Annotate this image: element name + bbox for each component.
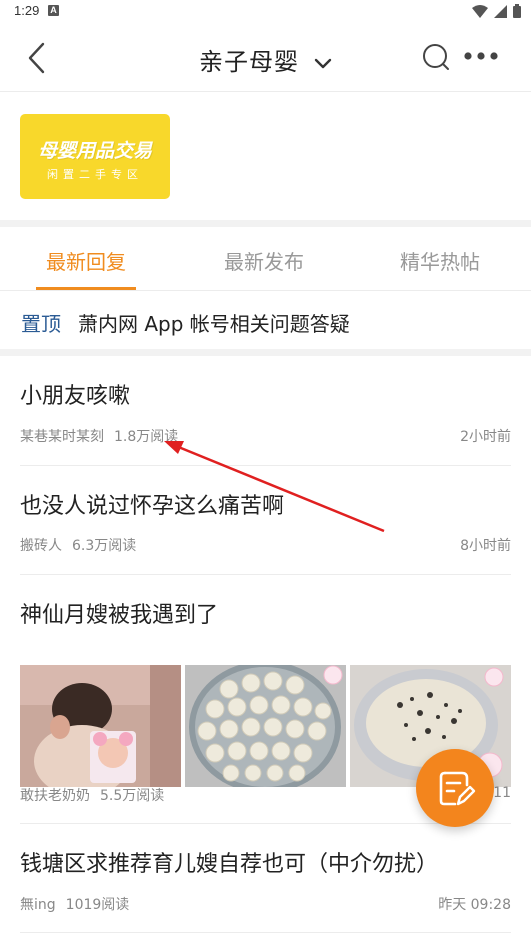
status-time: 1:29: [14, 3, 40, 18]
battery-icon: [513, 4, 521, 18]
pinned-title: 萧内网 App 帐号相关问题答疑: [78, 312, 350, 336]
signal-icon: [494, 4, 507, 18]
forum-title-dropdown[interactable]: 亲子母婴: [0, 42, 531, 77]
post-title: 神仙月嫂被我遇到了: [20, 603, 219, 628]
banner-subtitle: 闲置二手专区: [47, 168, 143, 181]
trade-banner[interactable]: 母婴用品交易 闲置二手专区: [20, 114, 170, 199]
baby-photo: [20, 665, 181, 787]
post-author: 某巷某时某刻: [20, 429, 104, 445]
compose-icon: [439, 771, 476, 806]
post-title: 钱塘区求推荐育儿嫂自荐也可（中介勿扰）: [20, 852, 439, 877]
post-image-buns[interactable]: [185, 665, 346, 787]
tab-featured[interactable]: 精华热帖: [400, 246, 480, 275]
steamed-buns-photo: [185, 665, 346, 787]
post-title: 小朋友咳嗽: [20, 384, 131, 409]
post-reads: 6.3万阅读: [72, 538, 137, 554]
post-reads: 1.8万阅读: [114, 429, 179, 445]
notification-a-icon: A: [48, 5, 59, 16]
wifi-icon: [472, 4, 488, 18]
post-time: 2小时前: [460, 429, 511, 445]
search-icon: [423, 44, 449, 70]
post-author: 無ing: [20, 897, 56, 913]
post-author: 敢扶老奶奶: [20, 788, 90, 804]
post-item[interactable]: 也没人说过怀孕这么痛苦啊 搬砖人 6.3万阅读 8小时前: [20, 466, 511, 575]
tab-bar: 最新回复 最新发布 精华热帖: [0, 227, 531, 291]
post-reads: 1019阅读: [65, 897, 130, 913]
more-dots-icon: [464, 52, 498, 60]
post-reads: 5.5万阅读: [100, 788, 165, 804]
banner-area: 母婴用品交易 闲置二手专区: [0, 93, 531, 220]
post-time: 11: [493, 785, 511, 801]
tab-latest-post[interactable]: 最新发布: [224, 246, 304, 275]
banner-title: 母婴用品交易: [37, 140, 152, 162]
tab-latest-reply[interactable]: 最新回复: [46, 246, 126, 275]
post-image-baby[interactable]: [20, 665, 181, 787]
post-time: 昨天 09:28: [438, 897, 511, 913]
search-button[interactable]: [421, 42, 451, 72]
post-item[interactable]: 钱塘区求推荐育儿嫂自荐也可（中介勿扰） 無ing 1019阅读 昨天 09:28: [20, 824, 511, 933]
post-meta: 搬砖人 6.3万阅读: [20, 535, 136, 555]
compose-button[interactable]: [416, 749, 494, 827]
page-title: 亲子母婴: [198, 48, 299, 76]
status-bar: 1:29 A: [0, 0, 531, 24]
top-app-bar: 亲子母婴: [0, 24, 531, 92]
post-meta: 敢扶老奶奶 5.5万阅读: [20, 785, 164, 805]
post-meta: 某巷某时某刻 1.8万阅读: [20, 426, 178, 446]
more-button[interactable]: [462, 46, 502, 66]
post-item[interactable]: 小朋友咳嗽 某巷某时某刻 1.8万阅读 2小时前: [20, 356, 511, 466]
chevron-down-icon: [314, 58, 332, 68]
section-divider: [0, 349, 531, 356]
post-meta: 無ing 1019阅读: [20, 894, 129, 914]
post-time: 8小时前: [460, 538, 511, 554]
tab-active-indicator: [36, 287, 136, 290]
post-title: 也没人说过怀孕这么痛苦啊: [20, 494, 285, 519]
section-divider: [0, 220, 531, 227]
status-icons: [472, 4, 521, 18]
pinned-tag: 置顶: [21, 312, 61, 336]
pinned-post[interactable]: 置顶 萧内网 App 帐号相关问题答疑: [0, 292, 531, 349]
post-author: 搬砖人: [20, 538, 62, 554]
